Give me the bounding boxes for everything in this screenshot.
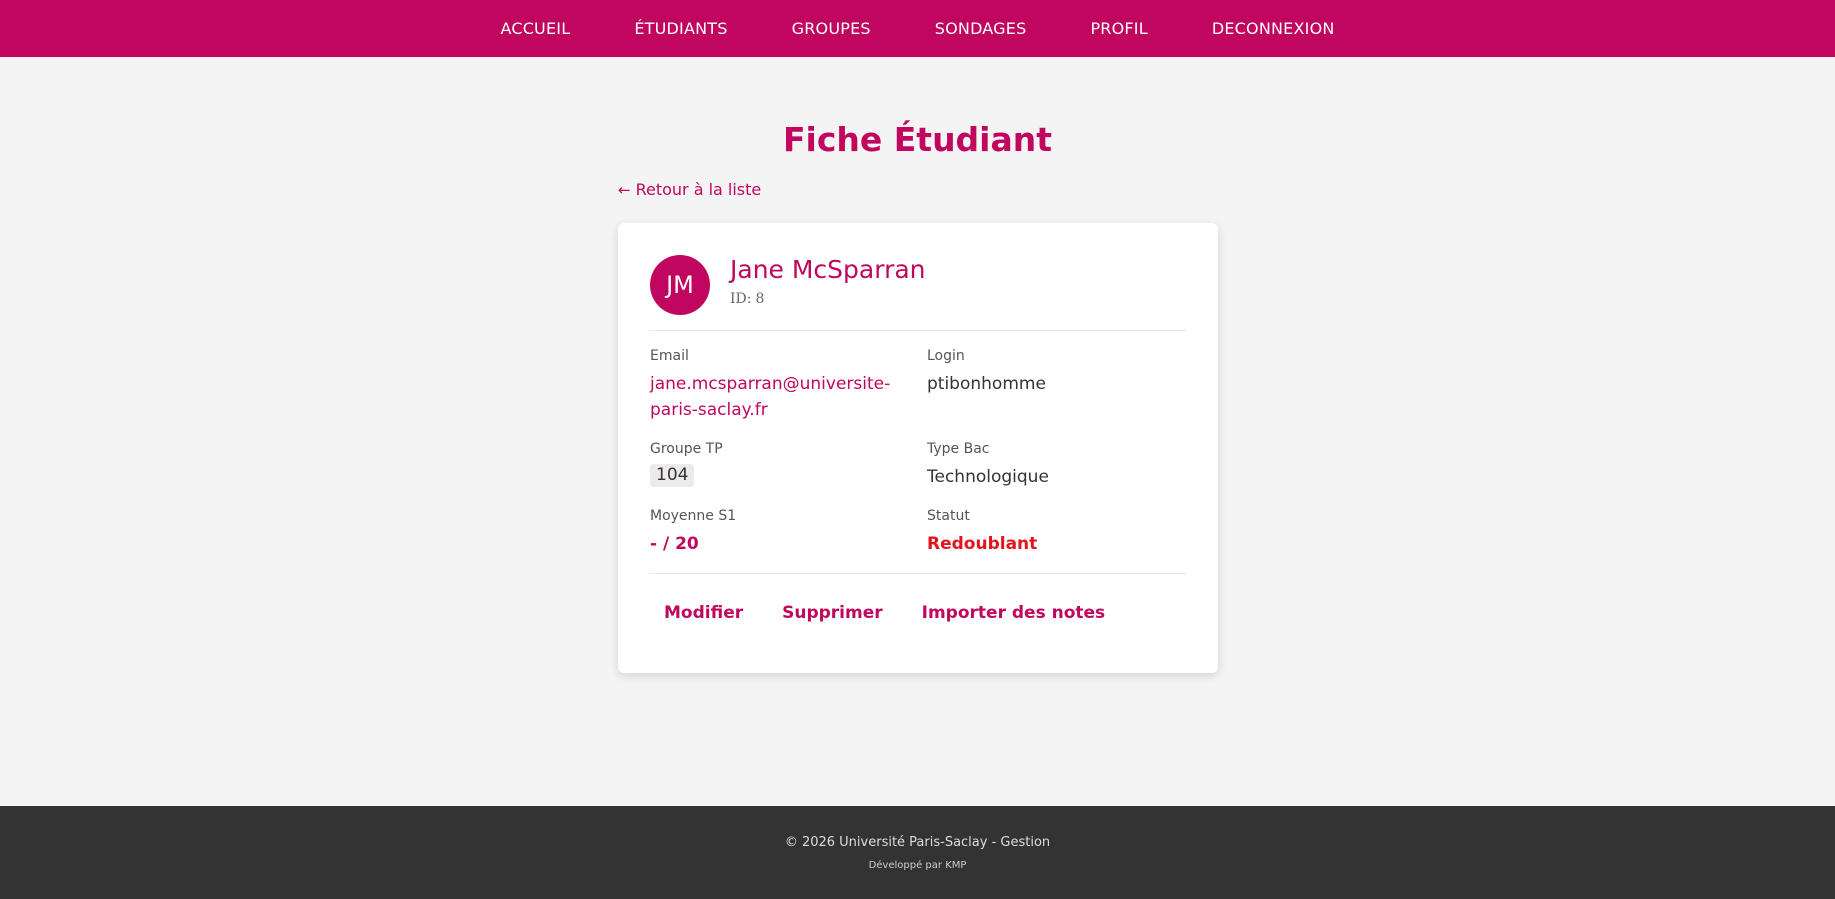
type-bac-label: Type Bac: [927, 441, 990, 457]
moyenne-label: Moyenne S1: [650, 508, 737, 524]
groupe-tp-field: Groupe TP 104: [650, 441, 900, 487]
nav-profil[interactable]: PROFIL: [1090, 19, 1147, 38]
login-field: Login ptibonhomme: [927, 348, 1177, 397]
login-value: ptibonhomme: [927, 374, 1046, 394]
student-id: ID: 8: [730, 291, 764, 307]
student-name: Jane McSparran: [730, 255, 926, 284]
delete-button[interactable]: Supprimer: [782, 603, 883, 623]
nav-deconnexion[interactable]: DECONNEXION: [1212, 19, 1335, 38]
nav-etudiants[interactable]: ÉTUDIANTS: [634, 19, 727, 38]
nav-accueil[interactable]: ACCUEIL: [500, 19, 570, 38]
footer-developer: Développé par KMP: [868, 860, 967, 871]
login-label: Login: [927, 348, 965, 364]
email-link[interactable]: jane.mcsparran@universite-paris-saclay.f…: [650, 371, 900, 423]
header-divider: [650, 330, 1186, 331]
groupe-tp-badge: 104: [650, 464, 695, 487]
moyenne-field: Moyenne S1 - / 20: [650, 508, 900, 557]
statut-label: Statut: [927, 508, 970, 524]
student-id-value: 8: [755, 291, 765, 307]
student-card: JM Jane McSparran ID: 8 Email jane.mcspar…: [618, 223, 1218, 673]
avatar: JM: [650, 255, 710, 315]
statut-value: Redoublant: [927, 534, 1038, 554]
page-title: Fiche Étudiant: [782, 120, 1053, 159]
moyenne-value: - / 20: [650, 534, 699, 554]
type-bac-field: Type Bac Technologique: [927, 441, 1177, 490]
statut-field: Statut Redoublant: [927, 508, 1177, 557]
footer-copyright: © 2026 Université Paris-Saclay - Gestion: [784, 835, 1051, 850]
arrow-left-icon: ←: [618, 181, 631, 199]
nav-groupes[interactable]: GROUPES: [792, 19, 871, 38]
page-footer: © 2026 Université Paris-Saclay - Gestion…: [0, 806, 1835, 899]
back-link-label: Retour à la liste: [635, 180, 762, 199]
type-bac-value: Technologique: [927, 467, 1049, 487]
card-actions: Modifier Supprimer Importer des notes: [664, 603, 1144, 623]
nav-sondages[interactable]: SONDAGES: [935, 19, 1027, 38]
student-id-label: ID:: [730, 291, 752, 307]
actions-divider: [650, 573, 1186, 574]
edit-button[interactable]: Modifier: [664, 603, 743, 623]
back-to-list-link[interactable]: ← Retour à la liste: [618, 180, 761, 199]
email-field: Email jane.mcsparran@universite-paris-sa…: [650, 348, 900, 423]
groupe-tp-label: Groupe TP: [650, 441, 723, 457]
email-label: Email: [650, 348, 689, 364]
import-notes-button[interactable]: Importer des notes: [922, 603, 1106, 623]
main-navigation: ACCUEIL ÉTUDIANTS GROUPES SONDAGES PROFI…: [0, 0, 1835, 57]
